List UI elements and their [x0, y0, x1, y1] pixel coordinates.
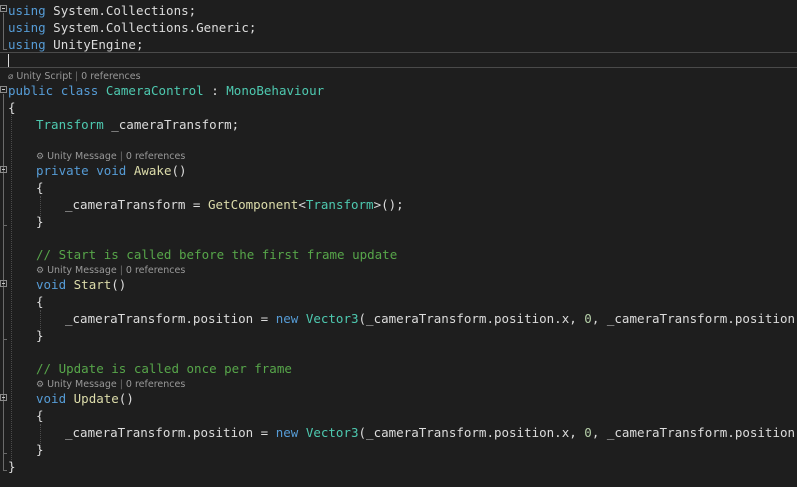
keyword: class — [60, 83, 99, 98]
collapse-icon[interactable] — [0, 86, 7, 93]
code-line-field[interactable]: Transform _cameraTransform; — [36, 116, 239, 133]
code-line-using[interactable]: using System.Collections; — [8, 2, 196, 19]
code-text: _cameraTransform.position = — [65, 311, 276, 326]
codelens-kind[interactable]: Unity Script — [16, 71, 72, 82]
codelens-references[interactable]: 0 references — [126, 151, 185, 162]
keyword: using — [8, 37, 46, 52]
codelens-kind[interactable]: Unity Message — [47, 265, 117, 276]
method-name: Start — [73, 277, 112, 292]
collapse-icon[interactable] — [0, 280, 7, 287]
keyword: using — [8, 20, 46, 35]
keyword: new — [275, 425, 299, 440]
keyword: private — [36, 163, 89, 178]
namespace: UnityEngine; — [53, 37, 144, 52]
fold-guide-end — [3, 339, 7, 340]
brace: { — [8, 100, 16, 115]
type-name: Vector3 — [305, 311, 359, 326]
codelens-references[interactable]: 0 references — [81, 71, 140, 82]
punctuation: () — [118, 391, 134, 406]
code-line-using[interactable]: using System.Collections.Generic; — [8, 19, 256, 36]
code-line-brace[interactable]: } — [8, 458, 16, 475]
punctuation: < — [298, 197, 306, 212]
codelens-references[interactable]: 0 references — [126, 265, 185, 276]
code-text: , _cameraTransform.position.z); — [591, 425, 797, 440]
code-text: _cameraTransform = — [65, 197, 208, 212]
collapse-icon[interactable] — [0, 166, 7, 173]
codelens-references[interactable]: 0 references — [126, 379, 185, 390]
codelens-kind[interactable]: Unity Message — [47, 151, 117, 162]
code-line-statement[interactable]: _cameraTransform.position = new Vector3(… — [65, 424, 797, 441]
punctuation: >(); — [373, 197, 404, 212]
brace: } — [36, 214, 44, 229]
collapse-icon[interactable] — [0, 5, 7, 12]
number-literal: 0 — [584, 311, 592, 326]
current-line-highlight — [0, 52, 797, 68]
code-line-method-update[interactable]: void Update() — [36, 390, 134, 407]
code-line-statement[interactable]: _cameraTransform.position = new Vector3(… — [65, 310, 797, 327]
keyword: void — [96, 163, 127, 178]
codelens-kind[interactable]: Unity Message — [47, 379, 117, 390]
number-literal: 0 — [584, 425, 592, 440]
fold-guide-end — [3, 49, 7, 50]
method-name: Update — [73, 391, 119, 406]
namespace: System.Collections; — [53, 3, 197, 18]
fold-guide — [3, 402, 4, 454]
type-name: Transform — [36, 117, 104, 132]
code-editor[interactable]: using System.Collections; using System.C… — [0, 0, 797, 487]
brace: } — [8, 459, 16, 474]
fold-guide-end — [3, 470, 7, 471]
punctuation: () — [111, 277, 127, 292]
code-line-method-start[interactable]: void Start() — [36, 276, 126, 293]
keyword: new — [275, 311, 299, 326]
code-text: _cameraTransform.position = — [65, 425, 276, 440]
code-line-brace[interactable]: { — [8, 99, 16, 116]
code-line-using[interactable]: using UnityEngine; — [8, 36, 143, 53]
base-class: MonoBehaviour — [226, 83, 325, 98]
fold-guide-end — [3, 225, 7, 226]
method-name: GetComponent — [208, 197, 299, 212]
fold-guide — [3, 288, 4, 340]
code-line-brace[interactable]: } — [36, 441, 44, 458]
code-line-brace[interactable]: } — [36, 213, 44, 230]
code-line-brace[interactable]: { — [36, 407, 44, 424]
indent-guide — [11, 108, 12, 462]
namespace: System.Collections.Generic; — [53, 20, 257, 35]
brace: { — [36, 180, 44, 195]
punctuation: : — [203, 83, 227, 98]
code-line-comment[interactable]: // Start is called before the first fram… — [36, 246, 397, 263]
method-name: Awake — [133, 163, 172, 178]
text-caret — [8, 54, 9, 67]
code-line-statement[interactable]: _cameraTransform = GetComponent<Transfor… — [65, 196, 404, 213]
fold-guide-end — [3, 453, 7, 454]
brace: } — [36, 442, 44, 457]
type-name: Vector3 — [305, 425, 359, 440]
class-name: CameraControl — [105, 83, 204, 98]
code-text: (_cameraTransform.position.x, — [358, 311, 585, 326]
code-text: , _cameraTransform.position.z); — [591, 311, 797, 326]
field-name: _cameraTransform; — [103, 117, 240, 132]
code-line-class-decl[interactable]: public class CameraControl : MonoBehavio… — [8, 82, 324, 99]
brace: { — [36, 408, 44, 423]
comment: // Start is called before the first fram… — [36, 247, 398, 262]
punctuation: () — [171, 163, 187, 178]
code-line-brace[interactable]: { — [36, 179, 44, 196]
code-line-comment[interactable]: // Update is called once per frame — [36, 360, 292, 377]
code-line-method-awake[interactable]: private void Awake() — [36, 162, 187, 179]
keyword: using — [8, 3, 46, 18]
comment: // Update is called once per frame — [36, 361, 292, 376]
brace: } — [36, 328, 44, 343]
fold-guide — [3, 174, 4, 226]
code-line-brace[interactable]: } — [36, 327, 44, 344]
brace: { — [36, 294, 44, 309]
keyword: public — [8, 83, 54, 98]
fold-guide — [3, 13, 4, 50]
keyword: void — [36, 277, 67, 292]
collapse-icon[interactable] — [0, 394, 7, 401]
code-line-brace[interactable]: { — [36, 293, 44, 310]
code-text: (_cameraTransform.position.x, — [358, 425, 585, 440]
keyword: void — [36, 391, 67, 406]
type-name: Transform — [305, 197, 374, 212]
